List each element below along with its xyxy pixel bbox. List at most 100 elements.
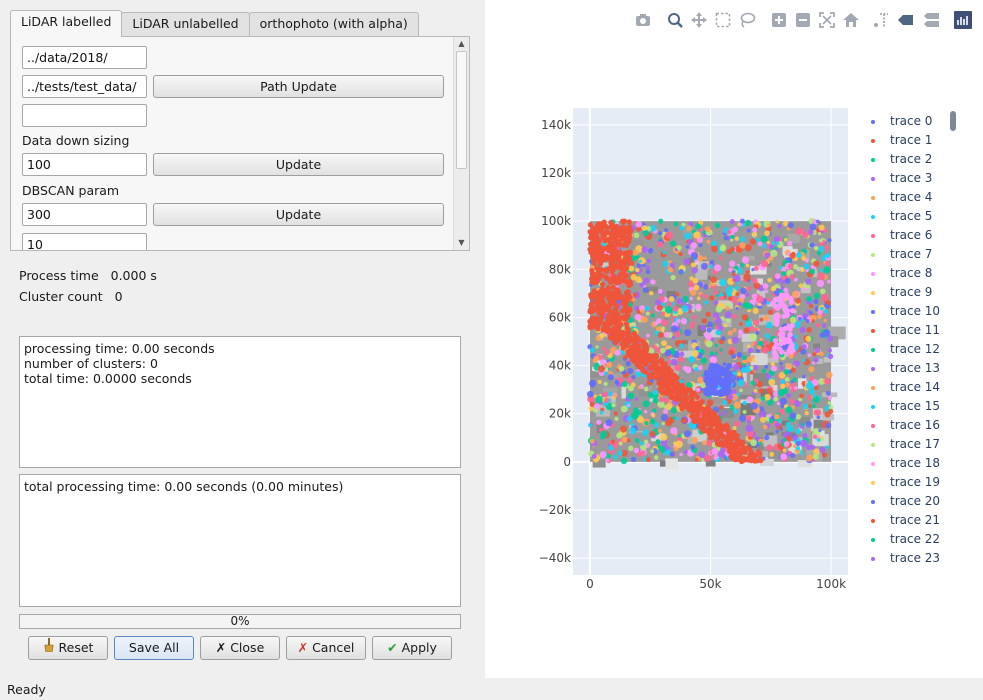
- scatter-point: [691, 350, 699, 358]
- scatter-point: [717, 391, 724, 398]
- scatter-point: [732, 328, 737, 333]
- scatter-point: [728, 296, 733, 301]
- scatter-point: [707, 321, 713, 327]
- legend-label: trace 3: [890, 171, 933, 185]
- scatter-point: [757, 241, 763, 247]
- downsize-field[interactable]: 100: [22, 153, 147, 176]
- scatter-point: [652, 389, 659, 396]
- scatter-point: [655, 439, 660, 444]
- scatter-point: [761, 368, 767, 374]
- scatter-point: [641, 246, 649, 253]
- scatter-point: [615, 263, 621, 269]
- cancel-x-icon: ✗: [297, 640, 309, 655]
- scatter-point: [589, 401, 595, 407]
- scatter-point: [723, 410, 727, 415]
- scatter-point: [762, 243, 768, 249]
- scatter-point: [755, 238, 760, 243]
- total-time-log[interactable]: total processing time: 0.00 seconds (0.0…: [19, 474, 461, 607]
- scatter-point: [770, 249, 778, 258]
- tab-orthophoto[interactable]: orthophoto (with alpha): [248, 12, 419, 36]
- save-all-label: Save All: [128, 640, 180, 655]
- scatter-point: [802, 433, 808, 439]
- dbscan-min-field[interactable]: 10: [22, 233, 147, 250]
- scatter-point: [602, 391, 609, 398]
- scatter-point: [677, 356, 685, 363]
- scatter-point: [625, 289, 631, 295]
- scatter-point: [650, 313, 655, 318]
- apply-button[interactable]: ✔ Apply: [372, 636, 452, 660]
- scatter-point: [788, 353, 794, 359]
- scatter-point: [764, 364, 769, 369]
- data-path-field[interactable]: ../data/2018/: [22, 46, 147, 69]
- scatter-point: [733, 420, 740, 427]
- chart-legend[interactable]: trace 0 trace 1 trace 2 trace 3 trace 4 trace…: [866, 114, 956, 576]
- dbscan-eps-field[interactable]: 300: [22, 203, 147, 226]
- scatter-point: [664, 306, 673, 314]
- legend-label: trace 12: [890, 342, 941, 356]
- legend-label: trace 18: [890, 456, 941, 470]
- path-update-button[interactable]: Path Update: [153, 75, 444, 98]
- reset-button[interactable]: Reset: [28, 636, 108, 660]
- legend-marker: [871, 519, 875, 523]
- scatter-point: [651, 344, 657, 350]
- scatter-point: [723, 323, 728, 328]
- plotly-figure[interactable]: −40k −20k 0 20k 40k 60k 80k 100k 120k 140k 0 50k 100…: [485, 0, 983, 678]
- legend-label: trace 16: [890, 418, 941, 432]
- extra-path-field[interactable]: [22, 104, 147, 127]
- scatter-point: [708, 410, 714, 416]
- scatter-point: [632, 292, 638, 298]
- tab-lidar-unlabelled[interactable]: LiDAR unlabelled: [121, 12, 250, 36]
- scatter-point: [688, 309, 692, 314]
- scatter-point: [807, 353, 812, 358]
- scatter-point: [816, 437, 821, 442]
- processing-log[interactable]: processing time: 0.00 seconds number of …: [19, 336, 461, 468]
- scatter-point: [787, 263, 794, 270]
- scatter-point: [812, 393, 816, 398]
- tab-lidar-labelled[interactable]: LiDAR labelled: [10, 10, 123, 37]
- scatter-point: [683, 449, 688, 454]
- scatter-point: [809, 242, 815, 248]
- scatter-point: [774, 296, 780, 303]
- cancel-button[interactable]: ✗ Cancel: [286, 636, 366, 660]
- vertical-scrollbar[interactable]: ▲ ▼: [453, 37, 469, 250]
- downsize-update-button[interactable]: Update: [153, 153, 444, 176]
- scroll-down-icon[interactable]: ▼: [454, 236, 469, 250]
- legend-scrollbar[interactable]: [950, 111, 956, 131]
- test-path-field[interactable]: ../tests/test_data/: [22, 75, 147, 98]
- scatter-point: [604, 397, 610, 403]
- scatter-point: [760, 260, 769, 268]
- save-all-button[interactable]: Save All: [114, 636, 194, 660]
- dbscan-update-button[interactable]: Update: [153, 203, 444, 226]
- scatter-point: [670, 240, 677, 247]
- scatter-point: [783, 287, 789, 293]
- scatter-point: [795, 414, 802, 420]
- scroll-thumb[interactable]: [456, 51, 467, 169]
- close-button[interactable]: ✗ Close: [200, 636, 280, 660]
- scatter-point: [719, 278, 727, 287]
- scatter-point: [603, 363, 607, 368]
- scatter-point: [695, 387, 701, 393]
- scroll-up-icon[interactable]: ▲: [454, 37, 469, 51]
- scatter-point: [594, 319, 600, 325]
- scatter-point: [642, 429, 649, 437]
- scatter-point: [673, 441, 678, 446]
- scatter-point: [769, 451, 775, 457]
- scatter-point: [826, 300, 831, 305]
- scatter-point: [745, 270, 750, 275]
- scatter-point: [642, 400, 650, 408]
- scatter-point: [633, 232, 640, 239]
- y-tick-label: −40k: [539, 551, 571, 565]
- scatter-point: [624, 227, 630, 234]
- scatter-point: [733, 408, 739, 414]
- scatter-point: [743, 273, 751, 282]
- status-bar: Ready: [0, 678, 983, 700]
- scatter-point: [681, 417, 688, 424]
- scatter-point: [612, 233, 618, 240]
- legend-label: trace 14: [890, 380, 941, 394]
- scatter-point: [620, 425, 627, 433]
- scatter-point: [722, 362, 727, 367]
- scatter-point: [672, 306, 679, 312]
- scatter-point: [634, 360, 641, 366]
- scatter-point: [600, 230, 606, 236]
- scatter-point: [700, 382, 706, 389]
